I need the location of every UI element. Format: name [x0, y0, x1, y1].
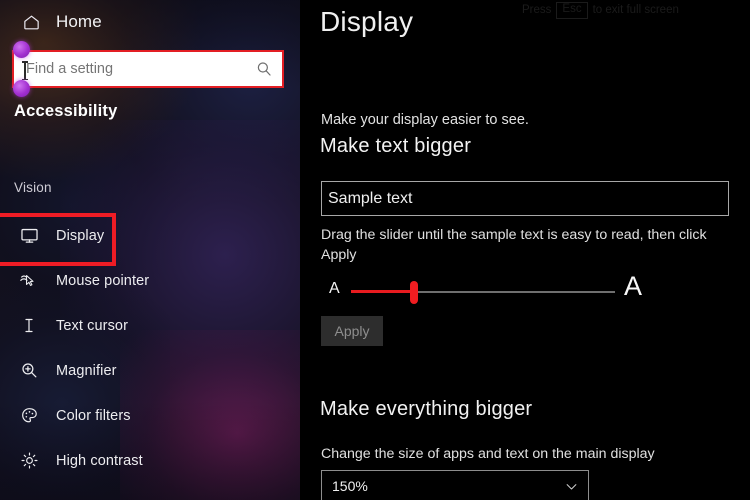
sidebar-item-label: Magnifier — [56, 362, 117, 379]
sidebar-item-label: Mouse pointer — [56, 272, 150, 289]
exit-hint-suffix: to exit full screen — [592, 4, 679, 17]
search-box[interactable] — [12, 50, 284, 88]
sidebar-item-magnifier[interactable]: Magnifier — [0, 348, 300, 393]
slider-max-label: A — [624, 271, 643, 301]
settings-window: Home Accessibility — [0, 0, 750, 500]
settings-sidebar: Home Accessibility — [0, 0, 300, 500]
scale-dropdown[interactable]: 150% — [321, 470, 589, 500]
sidebar-nav-list: Display Mouse pointer Text cursor Magnif… — [0, 213, 300, 483]
page-section-title: Accessibility — [14, 102, 118, 120]
home-label: Home — [56, 12, 102, 31]
section-heading-make-text-bigger: Make text bigger — [320, 135, 472, 157]
search-input[interactable] — [14, 52, 246, 86]
sidebar-item-label: Text cursor — [56, 317, 129, 334]
sidebar-item-color-filters[interactable]: Color filters — [0, 393, 300, 438]
sample-text-value: Sample text — [328, 189, 413, 207]
slider-min-label: A — [329, 280, 340, 297]
esc-key-badge: Esc — [556, 2, 588, 19]
sidebar-item-label: High contrast — [56, 452, 143, 469]
sidebar-item-label: Color filters — [56, 407, 131, 424]
selection-handle-start[interactable] — [13, 41, 30, 58]
chevron-down-icon — [564, 479, 579, 494]
brightness-icon — [18, 451, 40, 470]
page-subtitle: Make your display easier to see. — [321, 112, 529, 128]
mouse-pointer-icon — [18, 271, 40, 291]
text-size-slider[interactable]: A A — [320, 271, 740, 309]
nav-group-label-vision: Vision — [14, 180, 52, 195]
home-icon — [20, 13, 42, 32]
search-icon[interactable] — [246, 60, 282, 78]
sidebar-item-mouse-pointer[interactable]: Mouse pointer — [0, 258, 300, 303]
palette-icon — [18, 406, 40, 425]
slider-thumb[interactable] — [410, 281, 418, 304]
search-container — [12, 50, 284, 88]
monitor-icon — [18, 226, 40, 245]
sidebar-item-high-contrast[interactable]: High contrast — [0, 438, 300, 483]
exit-hint-prefix: Press — [522, 4, 552, 17]
selection-handle-end[interactable] — [13, 80, 30, 97]
section-heading-make-everything-bigger: Make everything bigger — [320, 398, 533, 420]
page-title: Display — [320, 6, 414, 37]
sidebar-item-label: Display — [56, 227, 105, 244]
scale-dropdown-label: Change the size of apps and text on the … — [321, 446, 655, 462]
sample-text-preview: Sample text — [321, 181, 729, 216]
magnifier-icon — [18, 361, 40, 380]
slider-track-fill — [351, 290, 413, 293]
apply-button[interactable]: Apply — [321, 316, 383, 346]
text-cursor-icon — [18, 316, 40, 335]
text-caret — [22, 61, 27, 80]
sidebar-item-text-cursor[interactable]: Text cursor — [0, 303, 300, 348]
settings-main-panel: Press Esc to exit full screen Display Ma… — [300, 0, 750, 500]
exit-fullscreen-hint: Press Esc to exit full screen — [522, 2, 679, 19]
slider-instruction: Drag the slider until the sample text is… — [321, 227, 707, 263]
home-nav-item[interactable]: Home — [14, 6, 108, 38]
sidebar-item-display[interactable]: Display — [0, 213, 300, 266]
scale-dropdown-value: 150% — [332, 478, 368, 494]
